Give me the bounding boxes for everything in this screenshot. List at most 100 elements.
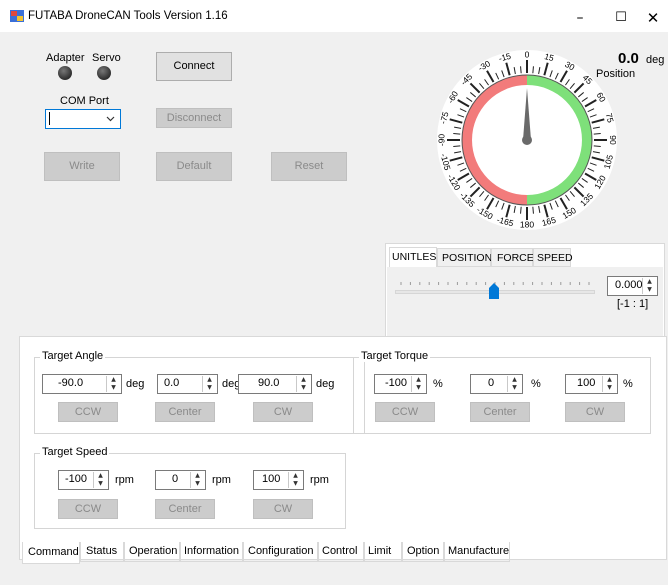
angle-ccw-input[interactable]: -90.0 ▲ ▼ [42,374,122,394]
tab-unitless[interactable]: UNITLESS [389,247,443,267]
slider-thumb[interactable] [489,283,499,299]
tab-position-label: POSITION [442,252,493,264]
tab-control-label: Control [322,545,358,557]
tab-force-label: FORCE [497,252,534,264]
torque-cw-button[interactable]: CW [565,402,625,422]
torque-center-button[interactable]: Center [470,402,530,422]
speed-ccw-value: -100 [65,473,88,485]
angle-cw-input[interactable]: 90.0 ▲ ▼ [238,374,312,394]
com-port-select[interactable] [45,109,121,129]
speed-cw-input[interactable]: 100 ▲ ▼ [253,470,304,490]
angle-center-button[interactable]: Center [155,402,215,422]
gauge-tick-label: -90 [436,134,446,147]
tab-option[interactable]: Option [402,542,444,562]
servo-led-icon [97,66,111,80]
speed-ccw-unit: rpm [115,474,134,486]
tab-unitless-label: UNITLESS [392,251,444,263]
target-angle-group [34,357,365,434]
tab-speed[interactable]: SPEED [533,248,573,267]
tab-command[interactable]: Command [22,542,80,564]
target-speed-title: Target Speed [40,446,110,458]
target-torque-title: Target Torque [359,350,431,362]
tab-configuration[interactable]: Configuration [243,542,318,562]
speed-ccw-button[interactable]: CCW [58,499,118,519]
write-button[interactable]: Write [44,152,120,181]
spin-arrows-icon[interactable]: ▲ ▼ [411,376,425,392]
torque-ccw-input[interactable]: -100 ▲ ▼ [374,374,427,394]
app-icon [10,10,24,22]
angle-ccw-unit: deg [126,378,145,390]
com-port-label: COM Port [60,95,109,107]
target-torque-group [353,357,651,434]
tab-status[interactable]: Status [80,542,124,562]
tab-operation[interactable]: Operation [124,542,180,562]
spin-arrows-icon[interactable]: ▲ ▼ [106,376,120,392]
tab-option-label: Option [407,545,440,557]
speed-center-input[interactable]: 0 ▲ ▼ [155,470,206,490]
chevron-down-icon [106,116,115,122]
gauge-tick [453,145,461,147]
client-area: Adapter Servo COM Port Connect Disconnec… [0,32,668,585]
adapter-label: Adapter [46,52,85,64]
command-panel: Target Angle -90.0 ▲ ▼ deg 0.0 ▲ ▼ deg 90.… [19,336,667,560]
spin-arrows-icon[interactable]: ▲ ▼ [93,472,107,488]
spin-arrows-icon[interactable]: ▲ ▼ [642,278,656,294]
angle-cw-unit: deg [316,378,335,390]
servo-label: Servo [92,52,121,64]
position-gauge: 0 153045607590105120135150165180-165-150-… [436,49,618,230]
gauge-tick [532,206,534,214]
minimize-button[interactable]: – [560,5,600,31]
tab-operation-label: Operation [129,545,178,557]
angle-center-value: 0.0 [164,377,180,389]
window-title: FUTABA DroneCAN Tools Version 1.16 [28,10,228,22]
slider-range: [-1 : 1] [617,298,649,310]
spin-arrows-icon[interactable]: ▲ ▼ [190,472,204,488]
reset-button[interactable]: Reset [271,152,347,181]
tab-manufacture[interactable]: Manufacture [444,542,510,562]
title-bar: FUTABA DroneCAN Tools Version 1.16 – ☐ ✕ [0,0,668,32]
target-angle-title: Target Angle [40,350,106,362]
spin-arrows-icon[interactable]: ▲ ▼ [507,376,521,392]
angle-center-input[interactable]: 0.0 ▲ ▼ [157,374,218,394]
slider-value: 0.000 [615,279,643,291]
speed-cw-value: 100 [262,473,281,485]
tab-status-label: Status [86,545,118,557]
gauge-tick [520,66,522,74]
torque-cw-input[interactable]: 100 ▲ ▼ [565,374,618,394]
close-button[interactable]: ✕ [638,5,668,31]
torque-ccw-unit: % [433,378,443,390]
slider-value-input[interactable]: 0.000 ▲ ▼ [607,276,658,296]
gauge-hub [522,135,532,145]
speed-cw-button[interactable]: CW [253,499,313,519]
spin-arrows-icon[interactable]: ▲ ▼ [288,472,302,488]
position-value: 0.0 [618,50,639,67]
torque-center-value: 0 [488,377,495,389]
tab-limit[interactable]: Limit [364,542,402,562]
gauge-tick-label: 0 [525,49,530,59]
tab-limit-label: Limit [368,545,392,557]
spin-arrows-icon[interactable]: ▲ ▼ [602,376,616,392]
torque-ccw-value: -100 [385,377,408,389]
maximize-button[interactable]: ☐ [601,5,641,31]
angle-ccw-button[interactable]: CCW [58,402,118,422]
connect-button[interactable]: Connect [156,52,232,81]
angle-cw-button[interactable]: CW [253,402,313,422]
speed-center-unit: rpm [212,474,231,486]
tab-information[interactable]: Information [180,542,243,562]
torque-center-input[interactable]: 0 ▲ ▼ [470,374,523,394]
tab-force[interactable]: FORCE [491,248,534,267]
tab-position[interactable]: POSITION [437,248,493,267]
torque-center-unit: % [531,378,541,390]
speed-ccw-input[interactable]: -100 ▲ ▼ [58,470,109,490]
spin-arrows-icon[interactable]: ▲ ▼ [296,376,310,392]
gauge-tick [532,66,534,74]
spin-arrows-icon[interactable]: ▲ ▼ [202,376,216,392]
disconnect-button[interactable]: Disconnect [156,108,232,128]
tab-control[interactable]: Control [318,542,364,562]
speed-center-value: 0 [172,473,179,485]
tab-manufacture-label: Manufacture [448,545,510,557]
torque-ccw-button[interactable]: CCW [375,402,435,422]
speed-center-button[interactable]: Center [155,499,215,519]
text-cursor [49,112,50,125]
default-button[interactable]: Default [156,152,232,181]
